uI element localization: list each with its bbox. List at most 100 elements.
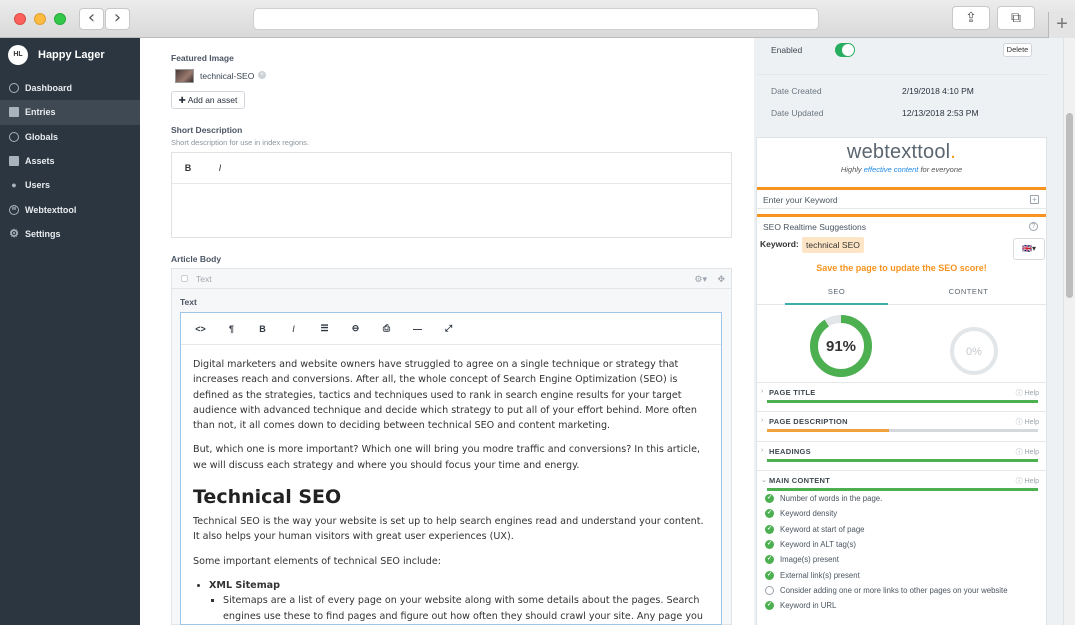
short-description-hint: Short description for use in index regio…	[171, 138, 309, 147]
check-item: ✓ Keyword at start of page	[765, 522, 865, 537]
gear-icon: ⚙	[9, 227, 19, 240]
check-icon: ✓	[765, 494, 774, 503]
chevron-icon: ›	[761, 388, 764, 395]
check-label: Keyword density	[780, 509, 838, 519]
seo-section[interactable]: › HEADINGS ⓘ Help	[757, 441, 1046, 471]
seo-section[interactable]: › PAGE TITLE ⓘ Help	[757, 382, 1046, 412]
section-title: PAGE DESCRIPTION	[769, 417, 848, 426]
tab-seo[interactable]: SEO	[785, 287, 888, 296]
keyword-input[interactable]: Enter your Keyword +	[757, 191, 1046, 209]
sub-list: Sitemaps are a list of every page on you…	[223, 593, 709, 624]
logo-tagline: Highly effective content for everyone	[757, 165, 1046, 174]
help-link[interactable]: ⓘ Help	[1016, 447, 1039, 457]
link-icon: ⊖	[351, 323, 360, 333]
logo-dot: .	[950, 141, 957, 163]
scrollbar[interactable]	[1063, 38, 1075, 625]
horizontal-rule-icon: —	[413, 323, 422, 334]
help-icon[interactable]: ?	[1029, 222, 1038, 231]
paragraph-icon: ¶	[228, 323, 234, 334]
delete-button[interactable]: Delete	[1003, 43, 1032, 57]
keyword-placeholder: Enter your Keyword	[763, 195, 838, 205]
webtexttool-panel: webtexttool. Highly effective content fo…	[756, 137, 1047, 630]
address-bar[interactable]	[253, 8, 819, 30]
plus-icon: +	[1056, 13, 1068, 35]
italic-button[interactable]: I	[278, 324, 309, 334]
sidebar-item-settings[interactable]: ⚙ Settings	[0, 222, 140, 246]
brand[interactable]: HL Happy Lager	[8, 45, 105, 65]
forward-button[interactable]: ›	[105, 8, 130, 30]
help-link[interactable]: ⓘ Help	[1016, 476, 1039, 486]
sidebar-item-label: Settings	[25, 228, 61, 239]
check-item: ✓ External link(s) present	[765, 568, 860, 583]
sidebar-item-globals[interactable]: Globals	[0, 125, 140, 149]
move-icon[interactable]: ✥	[717, 269, 725, 289]
italic-button[interactable]: I	[204, 163, 236, 173]
article-body-editor[interactable]: <> ¶ B I ☰ ⊖ ⎙ — ⤢ Digital marketers and…	[180, 312, 722, 625]
enabled-toggle[interactable]	[835, 43, 855, 57]
active-tab-indicator	[785, 303, 888, 305]
image-button[interactable]: ⎙	[371, 323, 402, 334]
link-button[interactable]: ⊖	[340, 323, 371, 334]
bold-button[interactable]: B	[247, 324, 278, 334]
add-asset-label: Add an asset	[187, 95, 238, 105]
block-select-checkbox[interactable]	[181, 275, 188, 282]
gear-icon[interactable]: ⚙▾	[694, 269, 707, 289]
check-item: ✓ Keyword in URL	[765, 598, 836, 613]
fullscreen-button[interactable]: ⤢	[433, 323, 464, 334]
paragraph-button[interactable]: ¶	[216, 324, 247, 334]
logo-name: webtexttool	[846, 141, 951, 163]
sidebar-item-assets[interactable]: Assets	[0, 149, 140, 173]
sidebar-item-webtexttool[interactable]: w Webtexttool	[0, 197, 140, 221]
enabled-label: Enabled	[771, 45, 803, 55]
scrollbar-thumb[interactable]	[1066, 113, 1073, 298]
plus-icon: ✚	[178, 95, 186, 105]
browser-toolbar: ‹ › ⇪ ⧉ +	[0, 0, 1075, 38]
add-asset-button[interactable]: ✚ Add an asset	[171, 91, 245, 109]
sidebar-item-label: Entries	[25, 107, 56, 118]
check-label: Keyword in ALT tag(s)	[780, 539, 856, 549]
check-item: ✓ Number of words in the page.	[765, 491, 882, 506]
new-tab-button[interactable]: +	[1048, 12, 1075, 38]
editor-content[interactable]: Digital marketers and website owners hav…	[181, 345, 721, 624]
add-keyword-icon[interactable]: +	[1030, 195, 1039, 204]
back-button[interactable]: ‹	[79, 8, 104, 30]
save-message: Save the page to update the SEO score!	[816, 263, 987, 273]
empty-circle-icon	[765, 585, 774, 595]
check-icon: ✓	[765, 509, 774, 519]
list-icon: ☰	[320, 323, 329, 333]
section-progress	[767, 400, 1038, 403]
short-description-editor[interactable]: B I	[171, 152, 732, 238]
chevron-icon: ⌄	[761, 477, 767, 484]
maximize-window-button[interactable]	[54, 13, 66, 25]
tab-content[interactable]: CONTENT	[917, 287, 1020, 296]
progress-fill	[767, 400, 1038, 403]
chevron-right-icon: ›	[113, 7, 122, 28]
check-label: Keyword at start of page	[780, 524, 865, 534]
check-item: ✓ Keyword in ALT tag(s)	[765, 537, 856, 552]
sidebar-item-entries[interactable]: Entries	[0, 100, 140, 125]
paragraph: Digital marketers and website owners hav…	[193, 359, 697, 432]
asset-thumbnail[interactable]	[175, 69, 194, 83]
code-button[interactable]: <>	[185, 324, 216, 334]
share-icon: ⇪	[965, 10, 977, 26]
sidebar-item-dashboard[interactable]: Dashboard	[0, 76, 140, 100]
share-button[interactable]: ⇪	[952, 6, 990, 30]
text-field-label: Text	[180, 297, 197, 307]
bold-button[interactable]: B	[172, 163, 204, 173]
progress-fill	[767, 429, 889, 432]
list-item: Sitemaps are a list of every page on you…	[223, 593, 709, 624]
divider	[757, 214, 1046, 217]
close-window-button[interactable]	[14, 13, 26, 25]
seo-section[interactable]: › PAGE DESCRIPTION ⓘ Help	[757, 411, 1046, 441]
minimize-window-button[interactable]	[34, 13, 46, 25]
remove-asset-icon[interactable]: ×	[258, 71, 266, 79]
globe-icon	[9, 131, 19, 142]
language-select[interactable]: 🇬🇧▾	[1013, 238, 1045, 260]
horizontal-rule-button[interactable]: —	[402, 324, 433, 334]
sidebar-item-users[interactable]: ● Users	[0, 173, 140, 197]
tabs-button[interactable]: ⧉	[997, 6, 1035, 30]
help-link[interactable]: ⓘ Help	[1016, 417, 1039, 427]
list-button[interactable]: ☰	[309, 323, 340, 334]
help-link[interactable]: ⓘ Help	[1016, 388, 1039, 398]
image-icon: ⎙	[382, 323, 391, 333]
